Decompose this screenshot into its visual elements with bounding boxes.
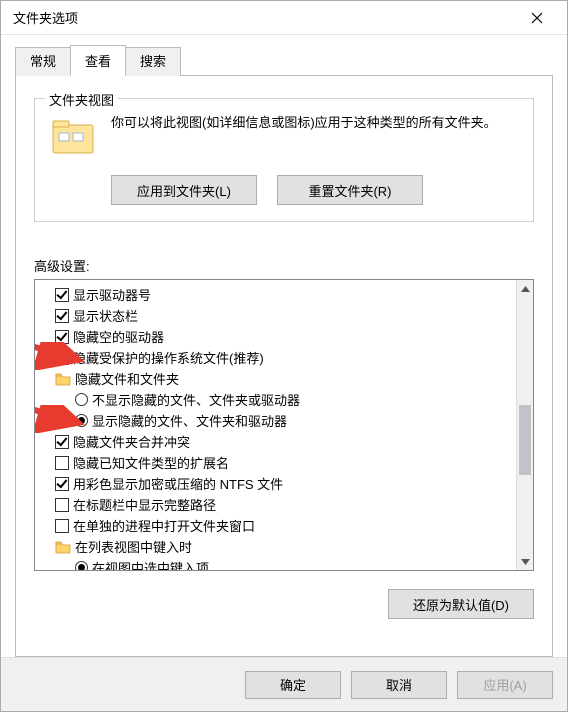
tab-search[interactable]: 搜索 <box>125 47 181 76</box>
advanced-settings-label: 高级设置: <box>34 256 534 275</box>
list-item[interactable]: 显示隐藏的文件、文件夹和驱动器 <box>37 410 514 431</box>
list-item[interactable]: 在视图中选中键入项 <box>37 557 514 570</box>
list-item-label: 不显示隐藏的文件、文件夹或驱动器 <box>92 390 300 409</box>
list-item[interactable]: 显示驱动器号 <box>37 284 514 305</box>
list-item-label: 隐藏受保护的操作系统文件(推荐) <box>73 348 264 367</box>
list-item-label: 隐藏文件和文件夹 <box>75 369 179 388</box>
folder-view-group: 文件夹视图 你可以将此视图(如详细信息或图标)应用于这种类型的所有文件夹。 应用… <box>34 98 534 222</box>
list-item: 隐藏文件和文件夹 <box>37 368 514 389</box>
scroll-down-button[interactable] <box>517 553 533 570</box>
list-item-label: 显示驱动器号 <box>73 285 151 304</box>
tab-strip: 常规 查看 搜索 <box>15 45 553 76</box>
titlebar: 文件夹选项 <box>1 1 567 35</box>
list-item[interactable]: 显示状态栏 <box>37 305 514 326</box>
list-item[interactable]: 隐藏受保护的操作系统文件(推荐) <box>37 347 514 368</box>
radio-icon[interactable] <box>75 414 88 427</box>
apply-to-folders-button[interactable]: 应用到文件夹(L) <box>111 175 257 205</box>
listbox-viewport[interactable]: 显示驱动器号显示状态栏隐藏空的驱动器隐藏受保护的操作系统文件(推荐) 隐藏文件和文… <box>35 280 516 570</box>
checkbox-icon[interactable] <box>55 351 69 365</box>
restore-row: 还原为默认值(D) <box>34 589 534 619</box>
checkbox-icon[interactable] <box>55 309 69 323</box>
checkbox-icon[interactable] <box>55 477 69 491</box>
scrollbar-track[interactable] <box>517 297 533 553</box>
list-item-label: 隐藏已知文件类型的扩展名 <box>73 453 229 472</box>
checkbox-icon[interactable] <box>55 288 69 302</box>
tab-panel-view: 文件夹视图 你可以将此视图(如详细信息或图标)应用于这种类型的所有文件夹。 应用… <box>15 75 553 657</box>
list-item[interactable]: 隐藏文件夹合并冲突 <box>37 431 514 452</box>
list-item-label: 用彩色显示加密或压缩的 NTFS 文件 <box>73 474 283 493</box>
window-title: 文件夹选项 <box>13 8 517 27</box>
list-item: 在列表视图中键入时 <box>37 536 514 557</box>
list-item[interactable]: 隐藏已知文件类型的扩展名 <box>37 452 514 473</box>
scrollbar <box>516 280 533 570</box>
checkbox-icon[interactable] <box>55 519 69 533</box>
chevron-down-icon <box>521 559 530 565</box>
list-item-label: 在单独的进程中打开文件夹窗口 <box>73 516 255 535</box>
radio-icon[interactable] <box>75 561 88 570</box>
list-item-label: 显示状态栏 <box>73 306 138 325</box>
list-item-label: 隐藏空的驱动器 <box>73 327 164 346</box>
checkbox-icon[interactable] <box>55 330 69 344</box>
advanced-settings-listbox: 显示驱动器号显示状态栏隐藏空的驱动器隐藏受保护的操作系统文件(推荐) 隐藏文件和文… <box>34 279 534 571</box>
checkbox-icon[interactable] <box>55 435 69 449</box>
ok-button[interactable]: 确定 <box>245 671 341 699</box>
list-item[interactable]: 不显示隐藏的文件、文件夹或驱动器 <box>37 389 514 410</box>
chevron-up-icon <box>521 286 530 292</box>
list-item[interactable]: 在标题栏中显示完整路径 <box>37 494 514 515</box>
folder-icon <box>55 372 71 386</box>
cancel-button[interactable]: 取消 <box>351 671 447 699</box>
list-item[interactable]: 隐藏空的驱动器 <box>37 326 514 347</box>
list-item-label: 隐藏文件夹合并冲突 <box>73 432 190 451</box>
group-description: 你可以将此视图(如详细信息或图标)应用于这种类型的所有文件夹。 <box>111 113 519 134</box>
list-item-label: 显示隐藏的文件、文件夹和驱动器 <box>92 411 287 430</box>
scrollbar-thumb[interactable] <box>519 405 531 475</box>
folder-icon <box>55 540 71 554</box>
dialog-window: 文件夹选项 常规 查看 搜索 文件夹视图 <box>0 0 568 712</box>
close-icon <box>531 12 543 24</box>
scroll-up-button[interactable] <box>517 280 533 297</box>
list-item-label: 在标题栏中显示完整路径 <box>73 495 216 514</box>
tab-view[interactable]: 查看 <box>70 45 126 76</box>
folder-icon <box>49 113 97 161</box>
group-content: 你可以将此视图(如详细信息或图标)应用于这种类型的所有文件夹。 <box>49 113 519 161</box>
dialog-footer: 确定 取消 应用(A) <box>1 657 567 711</box>
group-buttons: 应用到文件夹(L) 重置文件夹(R) <box>111 175 519 205</box>
checkbox-icon[interactable] <box>55 498 69 512</box>
group-label: 文件夹视图 <box>45 90 118 109</box>
list-item-label: 在视图中选中键入项 <box>92 558 209 570</box>
list-item-label: 在列表视图中键入时 <box>75 537 192 556</box>
checkbox-icon[interactable] <box>55 456 69 470</box>
list-item[interactable]: 在单独的进程中打开文件夹窗口 <box>37 515 514 536</box>
dialog-body: 常规 查看 搜索 文件夹视图 你可以将此视图(如详细信息或图标)应用于这种类型的… <box>1 35 567 657</box>
reset-folders-button[interactable]: 重置文件夹(R) <box>277 175 423 205</box>
tab-general[interactable]: 常规 <box>15 47 71 76</box>
radio-icon[interactable] <box>75 393 88 406</box>
close-button[interactable] <box>517 4 557 32</box>
list-item[interactable]: 用彩色显示加密或压缩的 NTFS 文件 <box>37 473 514 494</box>
apply-button[interactable]: 应用(A) <box>457 671 553 699</box>
restore-defaults-button[interactable]: 还原为默认值(D) <box>388 589 534 619</box>
